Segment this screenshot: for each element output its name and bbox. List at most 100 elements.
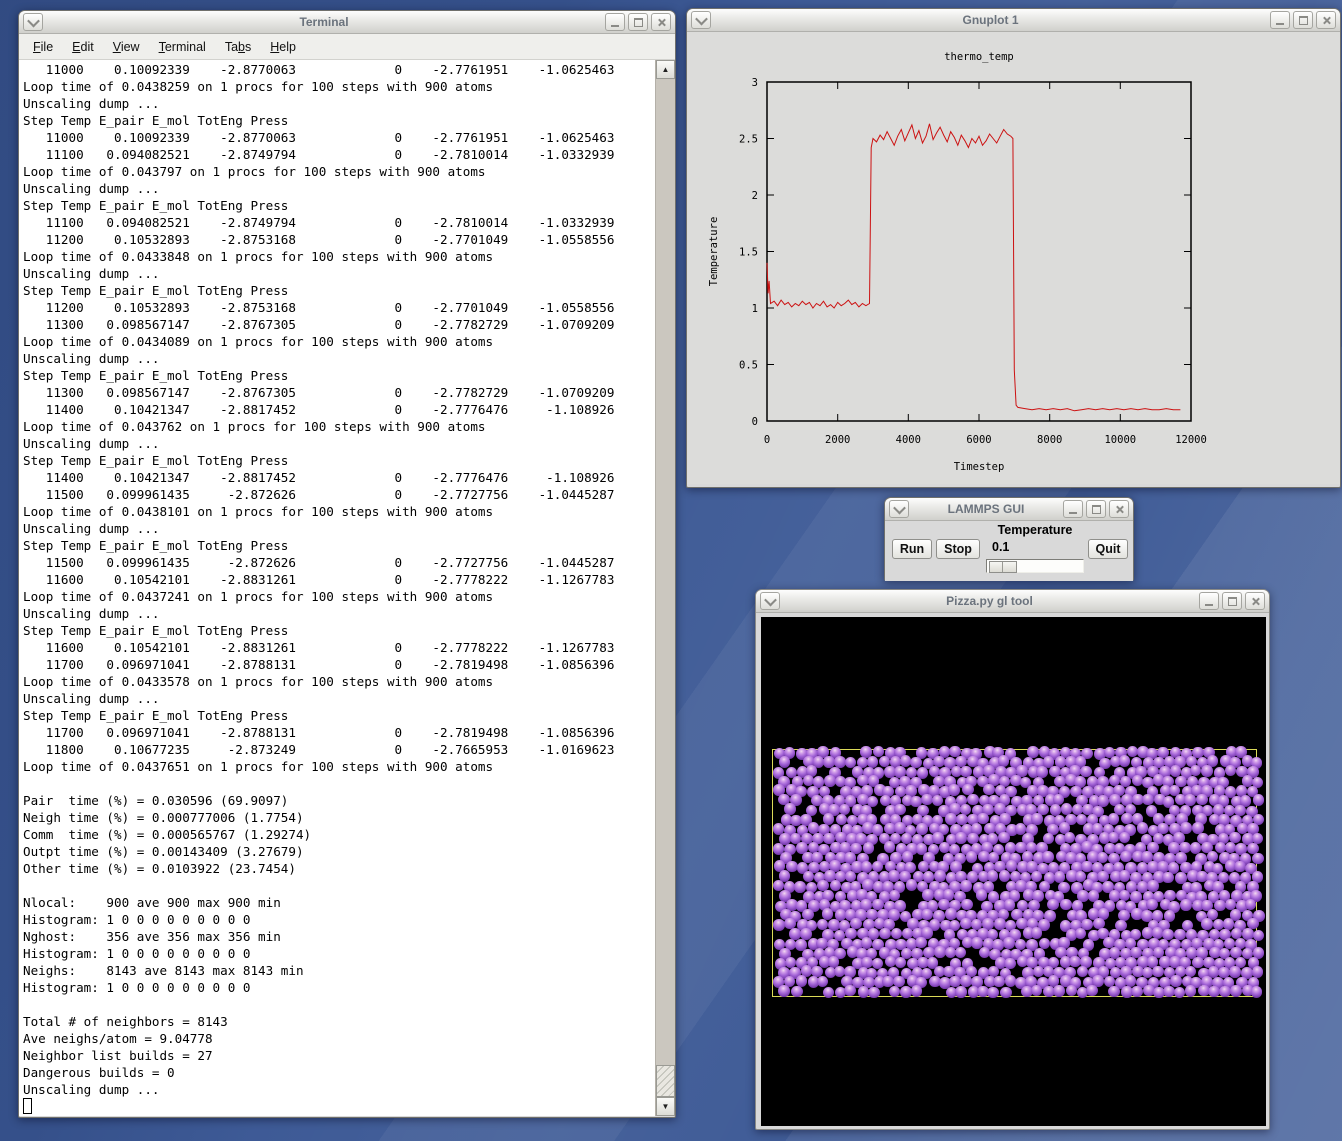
simulation-box <box>772 749 1257 997</box>
window-menu-button[interactable] <box>691 11 711 29</box>
maximize-button[interactable] <box>1222 592 1242 610</box>
gnuplot-titlebar[interactable]: Gnuplot 1 <box>687 9 1340 32</box>
svg-text:0: 0 <box>752 416 758 428</box>
maximize-icon <box>1228 597 1237 606</box>
terminal-output: 11000 0.10092339 -2.8770063 0 -2.7761951… <box>19 60 655 1116</box>
quit-button[interactable]: Quit <box>1088 539 1128 559</box>
temperature-label: Temperature <box>983 523 1087 537</box>
stop-button[interactable]: Stop <box>936 539 980 559</box>
atom <box>1077 966 1089 978</box>
lammps-gui-titlebar[interactable]: LAMMPS GUI <box>885 498 1133 521</box>
close-button[interactable] <box>1245 592 1265 610</box>
minimize-button[interactable] <box>605 13 625 31</box>
window-menu-button[interactable] <box>760 592 780 610</box>
window-menu-button[interactable] <box>23 13 43 31</box>
maximize-icon <box>634 18 643 27</box>
atom <box>773 919 785 931</box>
temperature-slider[interactable] <box>986 559 1084 573</box>
atom <box>934 870 946 882</box>
desktop: Terminal File Edit View Terminal Tabs Help 11… <box>0 0 1342 1141</box>
atom <box>1223 918 1235 930</box>
atom <box>817 976 829 988</box>
atom <box>891 928 903 940</box>
atom <box>1125 975 1137 987</box>
scroll-down-button[interactable]: ▼ <box>656 1097 675 1116</box>
atom <box>1119 755 1131 767</box>
svg-text:2000: 2000 <box>825 434 850 446</box>
scroll-up-button[interactable]: ▲ <box>656 60 675 79</box>
atom <box>1201 918 1213 930</box>
gnuplot-window-title: Gnuplot 1 <box>714 13 1267 27</box>
close-button[interactable] <box>1109 500 1129 518</box>
menu-item-file[interactable]: File <box>27 37 59 57</box>
atom <box>1174 987 1186 999</box>
terminal-menubar: File Edit View Terminal Tabs Help <box>19 34 675 60</box>
menu-item-view[interactable]: View <box>107 37 146 57</box>
atom <box>960 975 972 987</box>
maximize-button[interactable] <box>1293 11 1313 29</box>
lammps-gui-window-title: LAMMPS GUI <box>912 502 1060 516</box>
run-button[interactable]: Run <box>892 539 932 559</box>
maximize-button[interactable] <box>628 13 648 31</box>
atom <box>948 784 960 796</box>
menu-item-help[interactable]: Help <box>264 37 302 57</box>
atom <box>803 871 815 883</box>
atom <box>1108 986 1120 998</box>
slider-handle[interactable] <box>989 561 1017 573</box>
scrollbar-thumb[interactable] <box>656 1065 675 1097</box>
minimize-button[interactable] <box>1270 11 1290 29</box>
atom <box>1229 966 1241 978</box>
atom <box>1119 832 1131 844</box>
minimize-icon <box>1205 604 1213 606</box>
window-menu-button[interactable] <box>889 500 909 518</box>
atom <box>921 794 933 806</box>
svg-text:10000: 10000 <box>1104 434 1136 446</box>
atom <box>1031 985 1043 997</box>
atom <box>796 975 808 987</box>
svg-text:0: 0 <box>764 434 770 446</box>
terminal-scrollbar[interactable]: ▲ ▼ <box>655 60 675 1116</box>
svg-text:thermo_temp: thermo_temp <box>944 51 1014 63</box>
svg-text:0.5: 0.5 <box>739 360 758 372</box>
svg-text:Temperature: Temperature <box>708 217 720 287</box>
close-button[interactable] <box>1316 11 1336 29</box>
atom <box>868 987 880 999</box>
atom <box>960 918 972 930</box>
menu-item-tabs[interactable]: Tabs <box>219 37 257 57</box>
atom <box>794 881 806 893</box>
chevron-down-icon <box>27 14 40 27</box>
atom <box>1064 832 1076 844</box>
minimize-button[interactable] <box>1063 500 1083 518</box>
close-button[interactable] <box>651 13 671 31</box>
atom <box>955 986 967 998</box>
atom <box>1147 880 1159 892</box>
scrollbar-trough[interactable] <box>656 79 675 1097</box>
atom <box>934 946 946 958</box>
atom <box>966 851 978 863</box>
atom <box>1121 813 1133 825</box>
pizza-titlebar[interactable]: Pizza.py gl tool <box>756 590 1269 613</box>
svg-text:6000: 6000 <box>966 434 991 446</box>
maximize-icon <box>1092 505 1101 514</box>
temperature-value: 0.1 <box>992 540 1009 554</box>
atom <box>1075 928 1087 940</box>
lammps-gui-window: LAMMPS GUI Temperature Run Stop 0.1 Quit <box>884 497 1134 581</box>
svg-text:Timestep: Timestep <box>954 461 1005 473</box>
svg-text:12000: 12000 <box>1175 434 1207 446</box>
atom <box>1119 870 1131 882</box>
atom <box>1036 766 1048 778</box>
maximize-button[interactable] <box>1086 500 1106 518</box>
terminal-titlebar[interactable]: Terminal <box>19 11 675 34</box>
atom <box>1060 899 1072 911</box>
menu-item-edit[interactable]: Edit <box>66 37 100 57</box>
atom <box>1066 985 1078 997</box>
atom <box>823 987 835 999</box>
minimize-button[interactable] <box>1199 592 1219 610</box>
atom <box>844 985 856 997</box>
atom <box>993 976 1005 988</box>
close-icon <box>1322 16 1331 25</box>
menu-item-terminal[interactable]: Terminal <box>153 37 212 57</box>
gl-canvas[interactable] <box>761 617 1266 1126</box>
close-icon <box>1115 505 1124 514</box>
atom <box>879 928 891 940</box>
